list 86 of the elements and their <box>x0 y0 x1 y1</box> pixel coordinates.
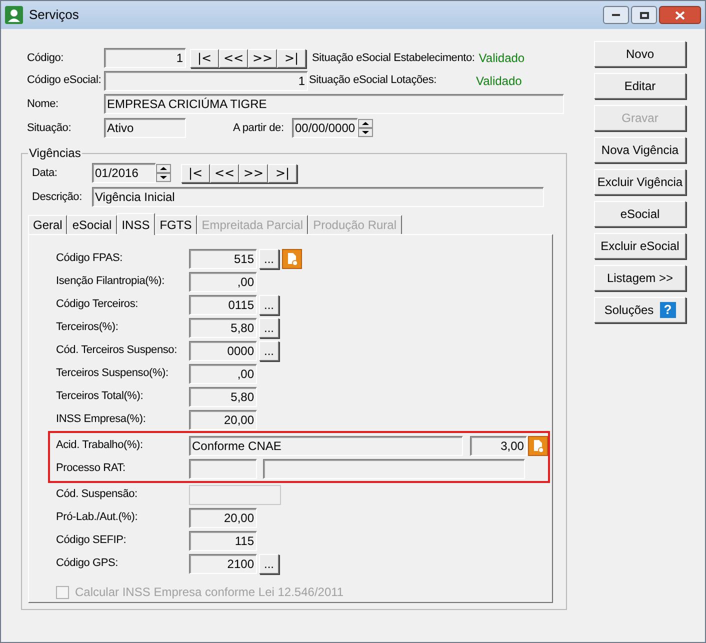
field-label: Situação: <box>27 120 72 136</box>
field-label: A partir de: <box>233 120 285 136</box>
action-button[interactable]: Nova Vigência <box>594 137 686 163</box>
close-button[interactable] <box>659 6 701 24</box>
group-title: Vigências <box>28 145 82 162</box>
text-field[interactable]: 0115 <box>189 294 257 314</box>
field-label: Descrição: <box>32 190 83 205</box>
field-label: INSS Empresa(%): <box>56 412 147 428</box>
app-icon <box>5 6 23 24</box>
report-icon[interactable] <box>528 436 548 456</box>
field-label: Código SEFIP: <box>56 533 128 548</box>
field-label: Data: <box>32 166 58 181</box>
text-field[interactable]: 5,80 <box>189 386 257 406</box>
text-field[interactable]: Ativo <box>104 118 186 138</box>
status-value: Validado <box>478 50 525 67</box>
text-field[interactable]: 3,00 <box>470 436 527 456</box>
field-label: Código: <box>27 50 65 66</box>
text-field[interactable]: EMPRESA CRICIÚMA TIGRE <box>104 94 564 114</box>
lookup-button[interactable]: ... <box>259 248 279 268</box>
field-label: Nome: <box>27 96 60 112</box>
text-field[interactable]: 2100 <box>189 554 257 574</box>
text-field[interactable] <box>263 458 525 478</box>
text-field[interactable] <box>189 484 281 504</box>
nav-button[interactable]: >> <box>248 48 277 68</box>
nav-button[interactable]: << <box>210 164 239 182</box>
nav-button[interactable]: >| <box>277 48 306 68</box>
action-button[interactable]: Excluir Vigência <box>594 169 686 195</box>
nav-button[interactable]: << <box>219 48 248 68</box>
status-value: Validado <box>476 72 522 90</box>
field-label: Situação eSocial Lotações: <box>309 73 438 88</box>
field-label: Isenção Filantropia(%): <box>56 274 166 290</box>
field-label: Terceiros(%): <box>56 320 120 336</box>
field-label: Cód. Terceiros Suspenso: <box>56 343 178 358</box>
action-button[interactable]: eSocial <box>594 201 686 227</box>
minimize-button[interactable] <box>603 6 629 24</box>
text-field[interactable]: 115 <box>189 530 257 550</box>
lookup-button[interactable]: ... <box>259 340 279 360</box>
tab[interactable]: Geral <box>28 215 68 234</box>
action-button[interactable]: Soluções ? <box>594 297 686 323</box>
text-field[interactable]: Vigência Inicial <box>92 187 544 207</box>
tab[interactable]: FGTS <box>154 215 197 234</box>
action-button[interactable]: Excluir eSocial <box>594 233 686 259</box>
text-field[interactable]: 01/2016 <box>92 163 156 183</box>
text-field[interactable]: Conforme CNAE <box>189 436 463 456</box>
text-field[interactable]: 00/00/0000 <box>292 118 358 138</box>
action-button[interactable]: Novo <box>594 41 686 67</box>
tab[interactable]: eSocial <box>67 215 117 234</box>
checkbox-label: Calcular INSS Empresa conforme Lei 12.546/2011 <box>75 584 344 601</box>
field-label: Acid. Trabalho(%): <box>56 438 144 454</box>
report-icon[interactable] <box>282 248 302 268</box>
text-field[interactable]: 5,80 <box>189 318 257 338</box>
close-icon <box>675 10 685 20</box>
window-title: Serviços <box>29 6 79 24</box>
text-field[interactable]: ,00 <box>189 272 257 292</box>
spinner-icon[interactable] <box>156 164 171 182</box>
field-label: Processo RAT: <box>56 461 126 476</box>
field-label: Cód. Suspensão: <box>56 487 138 502</box>
field-label: Código GPS: <box>56 556 120 572</box>
nav-button[interactable]: >| <box>268 164 297 182</box>
nav-button[interactable]: |< <box>190 48 219 68</box>
text-field[interactable]: 20,00 <box>189 508 257 528</box>
action-button[interactable]: Editar <box>594 73 686 99</box>
action-button[interactable]: Listagem >> <box>594 265 686 291</box>
field-label: Código Terceiros: <box>56 297 139 312</box>
text-field[interactable]: 0000 <box>189 340 257 360</box>
field-label: Pró-Lab./Aut.(%): <box>56 510 139 526</box>
nav-button[interactable]: >> <box>239 164 268 182</box>
lookup-button[interactable]: ... <box>259 554 279 574</box>
field-label: Terceiros Suspenso(%): <box>56 366 170 382</box>
text-field[interactable]: ,00 <box>189 364 257 384</box>
field-label: Situação eSocial Estabelecimento: <box>312 50 475 66</box>
lookup-button[interactable]: ... <box>259 318 279 338</box>
maximize-button[interactable] <box>631 6 657 24</box>
text-field[interactable] <box>189 458 257 478</box>
help-icon: ? <box>660 302 676 318</box>
lookup-button[interactable]: ... <box>259 294 279 314</box>
text-field[interactable]: 1 <box>104 48 186 68</box>
field-label: Terceiros Total(%): <box>56 389 144 404</box>
text-field[interactable]: 1 <box>104 70 308 90</box>
text-field[interactable]: 20,00 <box>189 410 257 430</box>
nav-button[interactable]: |< <box>181 164 210 182</box>
spinner-icon[interactable] <box>358 119 373 137</box>
tab[interactable]: INSS <box>116 213 155 235</box>
field-label: Código FPAS: <box>56 251 124 266</box>
field-label: Código eSocial: <box>27 73 102 88</box>
text-field[interactable]: 515 <box>189 248 257 268</box>
